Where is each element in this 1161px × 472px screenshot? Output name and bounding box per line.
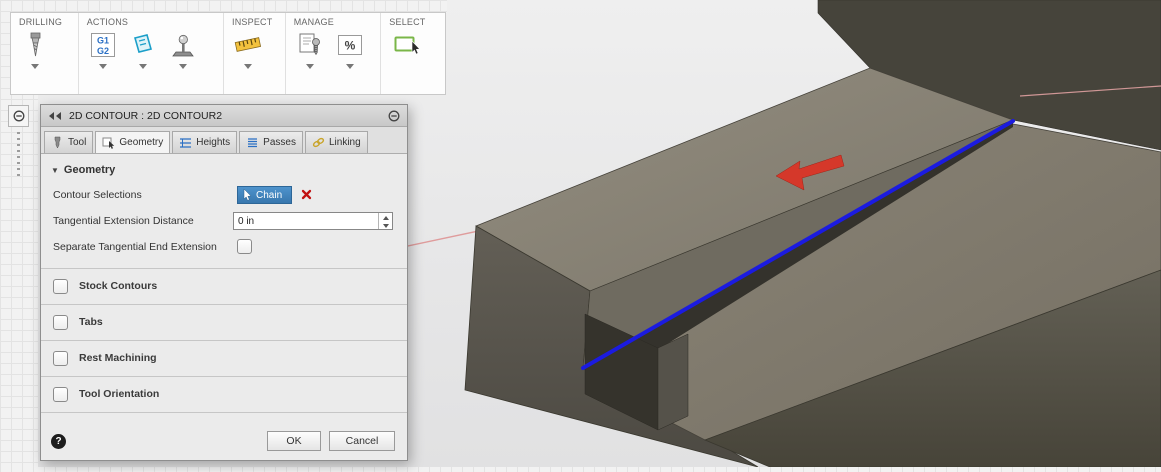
tab-label: Linking [328, 137, 361, 148]
tangential-extension-label: Tangential Extension Distance [53, 215, 194, 227]
dropdown-caret[interactable] [98, 64, 107, 73]
measure-button[interactable] [232, 30, 264, 73]
toolbar-section-actions: ACTIONS G1 G2 [79, 13, 225, 94]
tab-label: Tool [68, 137, 87, 148]
tangential-extension-field [233, 212, 393, 230]
tab-linking[interactable]: Linking [304, 131, 368, 153]
contour-selections-row: Contour Selections Chain [41, 183, 407, 209]
remove-selection-icon[interactable] [301, 189, 312, 200]
toolbar-section-select: SELECT [381, 13, 445, 94]
dialog-title-bar: 2D CONTOUR : 2D CONTOUR2 [41, 105, 407, 127]
tab-heights[interactable]: Heights [172, 131, 238, 153]
geometry-section-title: Geometry [63, 164, 116, 176]
simulate-button[interactable] [167, 30, 199, 73]
separate-tangential-row: Separate Tangential End Extension [41, 235, 407, 261]
section-label-manage: MANAGE [293, 17, 334, 27]
tab-tool[interactable]: Tool [44, 131, 94, 153]
group-tabs[interactable]: Tabs [41, 305, 407, 341]
passes-icon [248, 138, 258, 148]
ok-button[interactable]: OK [267, 431, 321, 451]
value-spinner [378, 213, 392, 229]
geometry-section-header[interactable]: ▼ Geometry [41, 154, 407, 183]
stock-contours-label: Stock Contours [79, 280, 158, 292]
measure-ruler-icon [234, 37, 262, 52]
chain-selection-button[interactable]: Chain [237, 186, 293, 204]
dialog-title: 2D CONTOUR : 2D CONTOUR2 [69, 109, 223, 122]
tangential-extension-input[interactable] [234, 213, 378, 229]
tabs-label: Tabs [79, 316, 103, 328]
cancel-button[interactable]: Cancel [329, 431, 395, 451]
dialog-footer: ? OK Cancel [41, 414, 407, 460]
dropdown-caret[interactable] [31, 64, 39, 73]
machining-time-button[interactable]: % [334, 30, 366, 73]
geometry-icon [102, 137, 115, 149]
minimize-icon[interactable] [388, 110, 400, 122]
dialog-tab-bar: Tool Geometry Heights Passes Linking [41, 127, 407, 154]
dropdown-caret[interactable] [138, 64, 147, 73]
toolbar-section-inspect: INSPECT [224, 13, 286, 94]
svg-text:G2: G2 [97, 46, 109, 56]
tab-passes[interactable]: Passes [239, 131, 303, 153]
post-process-button[interactable] [127, 30, 159, 73]
option-groups: Stock Contours Tabs Rest Machining Tool … [41, 268, 407, 413]
circle-minus-icon [13, 110, 24, 122]
cursor-icon [243, 189, 252, 201]
tool-icon [54, 136, 61, 149]
drilling-button[interactable] [19, 30, 51, 73]
tab-label: Geometry [119, 137, 164, 148]
toolbar-section-manage: MANAGE % [286, 13, 382, 94]
contour-selections-label: Contour Selections [53, 189, 142, 201]
post-process-icon [133, 34, 152, 53]
cam-toolbar: DRILLING ACTIONS G1 G2 INSPECT MANAGE % … [10, 12, 446, 95]
section-label-actions: ACTIONS [86, 17, 129, 27]
section-label-inspect: INSPECT [232, 17, 273, 27]
svg-text:G1: G1 [97, 36, 109, 46]
svg-text:%: % [344, 39, 355, 53]
help-button[interactable]: ? [51, 434, 66, 449]
group-tool-orientation[interactable]: Tool Orientation [41, 377, 407, 413]
panel-splitter-grip[interactable] [17, 132, 20, 178]
heights-icon [180, 138, 192, 148]
spinner-down-button[interactable] [379, 222, 392, 231]
tab-geometry[interactable]: Geometry [95, 131, 171, 153]
percent-icon: % [337, 35, 362, 55]
2d-contour-dialog: 2D CONTOUR : 2D CONTOUR2 Tool Geometry H… [40, 104, 408, 461]
g1g2-icon: G1 G2 [90, 33, 115, 57]
chain-button-label: Chain [256, 189, 283, 201]
drill-icon [30, 32, 41, 57]
dropdown-caret[interactable] [345, 64, 354, 73]
dropdown-caret[interactable] [305, 64, 314, 73]
generate-toolpath-button[interactable]: G1 G2 [87, 30, 119, 73]
tabs-checkbox[interactable] [53, 315, 68, 330]
window-select-icon [394, 36, 421, 55]
collapse-panel-button[interactable] [8, 105, 29, 127]
document-screw-icon [299, 33, 320, 56]
separate-tangential-label: Separate Tangential End Extension [53, 241, 217, 253]
dropdown-caret[interactable] [178, 64, 187, 73]
separate-tangential-checkbox[interactable] [237, 239, 252, 254]
section-label-select: SELECT [389, 17, 426, 27]
toolbar-section-drilling: DRILLING [11, 13, 79, 94]
simulate-joystick-icon [171, 34, 194, 57]
tangential-extension-row: Tangential Extension Distance [41, 209, 407, 235]
tool-orientation-checkbox[interactable] [53, 387, 68, 402]
chevron-down-icon: ▼ [51, 166, 59, 175]
tab-label: Heights [196, 137, 231, 148]
setup-sheet-button[interactable] [294, 30, 326, 73]
dropdown-caret[interactable] [244, 64, 253, 73]
section-label-drilling: DRILLING [19, 17, 63, 27]
tool-orientation-label: Tool Orientation [79, 388, 160, 400]
group-stock-contours[interactable]: Stock Contours [41, 269, 407, 305]
spinner-up-button[interactable] [379, 213, 392, 222]
window-select-button[interactable] [389, 30, 425, 60]
rest-machining-label: Rest Machining [79, 352, 157, 364]
collapse-left-icon[interactable] [48, 111, 62, 121]
linking-icon [312, 137, 325, 148]
group-rest-machining[interactable]: Rest Machining [41, 341, 407, 377]
tab-label: Passes [263, 137, 296, 148]
rest-machining-checkbox[interactable] [53, 351, 68, 366]
stock-contours-checkbox[interactable] [53, 279, 68, 294]
model-face-pocket-wall[interactable] [657, 333, 689, 431]
